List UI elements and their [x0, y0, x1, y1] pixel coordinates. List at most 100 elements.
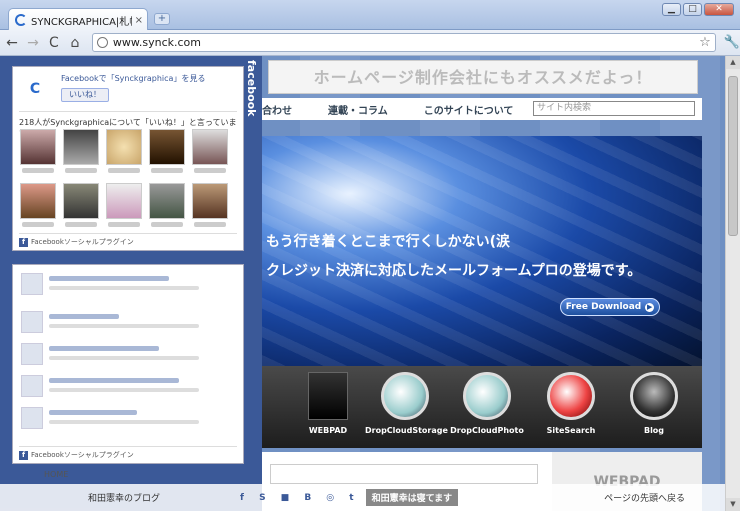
- scroll-down-icon[interactable]: ▼: [726, 498, 740, 511]
- tab-close-icon[interactable]: ×: [135, 15, 143, 26]
- fan-face[interactable]: [105, 183, 142, 233]
- fan-name: [193, 168, 226, 173]
- facebook-tab[interactable]: facebook: [244, 56, 262, 511]
- fan-face[interactable]: [62, 183, 99, 233]
- feed-meta: [49, 356, 199, 360]
- new-tab-button[interactable]: +: [154, 13, 170, 25]
- minimize-button[interactable]: ▁: [662, 3, 681, 16]
- product-blog[interactable]: Blog: [614, 372, 694, 435]
- fan-face[interactable]: [19, 183, 56, 233]
- avatar: [19, 129, 56, 165]
- avatar: [191, 129, 228, 165]
- fan-name: [150, 168, 183, 173]
- feed-item[interactable]: [21, 311, 231, 337]
- wrench-menu-icon[interactable]: 🔧: [724, 35, 740, 50]
- vertical-scrollbar[interactable]: ▲ ▼: [725, 56, 740, 511]
- nav-item-about[interactable]: このサイトについて: [424, 102, 514, 117]
- fan-face[interactable]: [105, 129, 142, 179]
- fan-name: [107, 222, 140, 227]
- facebook-activity-feed: f Facebookソーシャルプラグイン: [12, 264, 244, 464]
- product-strip: WEBPAD DropCloudStorage DropCloudPhoto S…: [262, 366, 702, 448]
- feed-thumb: [21, 407, 43, 429]
- facebook-icon: f: [19, 237, 28, 247]
- browser-tab[interactable]: SYNCKGRAPHICA|札幌ホー ×: [8, 8, 148, 31]
- product-dropcloudstorage[interactable]: DropCloudStorage: [365, 372, 448, 435]
- product-label: WEBPAD: [308, 426, 348, 435]
- product-dropcloudphoto[interactable]: DropCloudPhoto: [447, 372, 527, 435]
- avatar: [62, 183, 99, 219]
- scroll-thumb[interactable]: [728, 76, 738, 236]
- window-controls: ▁ □ ✕: [662, 3, 734, 16]
- feed-title: [49, 378, 179, 383]
- fan-face[interactable]: [148, 129, 185, 179]
- feed-title: [49, 410, 137, 415]
- url-text[interactable]: www.synck.com: [113, 36, 699, 49]
- product-webpad[interactable]: WEBPAD: [288, 372, 368, 435]
- address-bar[interactable]: www.synck.com ☆: [91, 33, 716, 52]
- social-plugin-link[interactable]: Facebookソーシャルプラグイン: [31, 237, 134, 247]
- nav-item-contact[interactable]: 合わせ: [262, 102, 292, 117]
- webpad-icon: [308, 372, 348, 420]
- product-label: Blog: [643, 426, 665, 435]
- feed-item[interactable]: [21, 407, 231, 433]
- feed-title: [49, 276, 169, 281]
- blog-link[interactable]: 和田憲幸のブログ: [88, 491, 160, 504]
- fan-name: [193, 222, 226, 227]
- browser-toolbar: ← → C ⌂ www.synck.com ☆ 🔧: [0, 30, 740, 56]
- back-button[interactable]: ←: [3, 34, 21, 52]
- forward-button[interactable]: →: [24, 34, 42, 52]
- fan-face[interactable]: [62, 129, 99, 179]
- status-badge: 和田憲幸は寝てます: [365, 489, 459, 506]
- avatar: [191, 183, 228, 219]
- hero-headline: もう行き着くとこまで行くしかない(涙: [266, 234, 510, 250]
- content-box: [270, 464, 538, 484]
- feed-item[interactable]: [21, 273, 231, 299]
- avatar: [62, 129, 99, 165]
- reload-button[interactable]: C: [45, 34, 63, 52]
- feed-thumb: [21, 273, 43, 295]
- cloud-icon: [381, 372, 429, 420]
- feed-meta: [49, 286, 199, 290]
- maximize-button[interactable]: □: [683, 3, 702, 16]
- fan-name: [64, 168, 97, 173]
- fan-name: [107, 168, 140, 173]
- fan-face[interactable]: [19, 129, 56, 179]
- hero-banner[interactable]: もう行き着くとこまで行くしかない(涙 クレジット決済に対応したメールフォームプロ…: [262, 136, 702, 366]
- fan-face[interactable]: [148, 183, 185, 233]
- window-titlebar: SYNCKGRAPHICA|札幌ホー × + ▁ □ ✕: [0, 0, 740, 31]
- banner-ad[interactable]: ホームページ制作会社にもオススメだよっ！: [268, 60, 698, 94]
- fan-face[interactable]: [191, 129, 228, 179]
- fan-face[interactable]: [191, 183, 228, 233]
- photo-cloud-icon: [463, 372, 511, 420]
- feed-meta: [49, 324, 199, 328]
- facebook-tab-label: facebook: [245, 60, 258, 117]
- fan-name: [64, 222, 97, 227]
- social-icons[interactable]: f S ■ B ◎ t: [240, 493, 360, 503]
- facebook-see-link[interactable]: Facebookで「Synckgraphica」を見る: [61, 73, 205, 84]
- product-label: DropCloudStorage: [365, 426, 448, 435]
- free-download-button[interactable]: Free Download ▶: [560, 298, 660, 316]
- synckgraphica-logo[interactable]: C: [19, 73, 51, 105]
- page-top-link[interactable]: ページの先頭へ戻る: [604, 491, 685, 504]
- nav-item-columns[interactable]: 連載・コラム: [328, 102, 388, 117]
- facebook-icon: f: [19, 450, 28, 460]
- product-sitesearch[interactable]: SiteSearch: [531, 372, 611, 435]
- feed-item[interactable]: [21, 343, 231, 369]
- avatar: [19, 183, 56, 219]
- fan-name: [150, 222, 183, 227]
- home-button[interactable]: ⌂: [66, 34, 84, 52]
- site-search-input[interactable]: サイト内検索: [533, 101, 695, 116]
- home-link[interactable]: HOME: [44, 470, 68, 479]
- hero-subline: クレジット決済に対応したメールフォームプロの登場です。: [266, 263, 642, 279]
- fan-faces: [19, 129, 234, 233]
- social-plugin-link[interactable]: Facebookソーシャルプラグイン: [31, 450, 134, 460]
- feed-item[interactable]: [21, 375, 231, 401]
- free-download-label: Free Download: [565, 302, 642, 312]
- page-icon: [96, 37, 108, 48]
- close-window-button[interactable]: ✕: [704, 3, 734, 16]
- scroll-up-icon[interactable]: ▲: [726, 56, 740, 69]
- bookmark-star-icon[interactable]: ☆: [699, 35, 711, 50]
- facebook-likebox: C Facebookで「Synckgraphica」を見る いいね！ 218人が…: [12, 66, 244, 251]
- like-button[interactable]: いいね！: [61, 88, 109, 102]
- loading-icon: [15, 14, 27, 26]
